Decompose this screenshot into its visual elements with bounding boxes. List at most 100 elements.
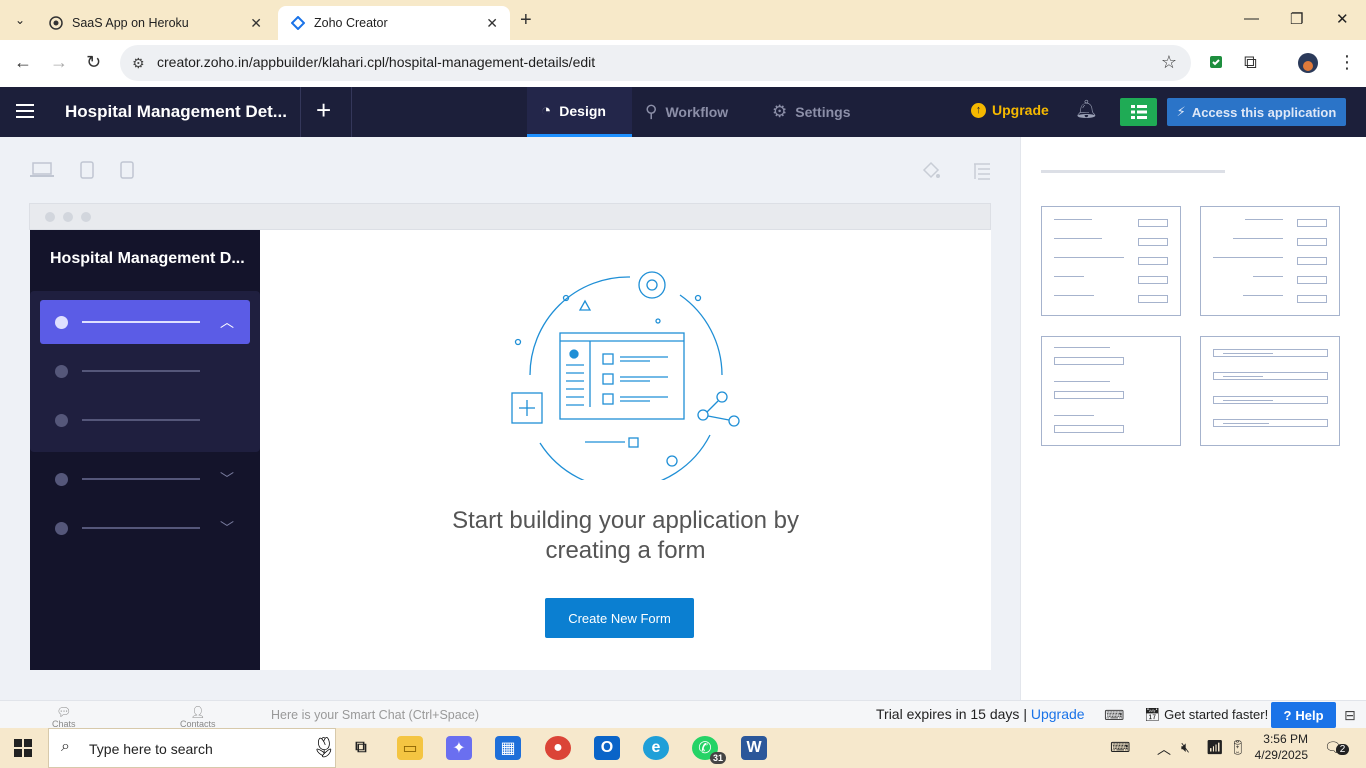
back-arrow-icon[interactable]: ← bbox=[14, 52, 32, 73]
layout-panel bbox=[1020, 137, 1366, 700]
access-application-button[interactable]: ⚡︎ Access this application bbox=[1167, 98, 1346, 126]
app-list-button[interactable] bbox=[1120, 98, 1157, 126]
forward-arrow-icon[interactable]: → bbox=[50, 52, 68, 73]
battery-icon[interactable]: 🔋︎ bbox=[1229, 739, 1247, 756]
close-tab-icon[interactable]: ✕ bbox=[486, 15, 498, 32]
tab-design[interactable]: ◔ Design bbox=[527, 87, 632, 137]
minimize-icon[interactable]: — bbox=[1244, 10, 1259, 27]
profile-avatar[interactable] bbox=[1297, 52, 1319, 79]
contacts-button[interactable]: 👤︎ Contacts bbox=[180, 705, 216, 729]
layout-tree-icon[interactable] bbox=[972, 161, 992, 186]
close-tab-icon[interactable]: ✕ bbox=[250, 15, 262, 32]
whatsapp-icon[interactable]: ✆ 31 bbox=[692, 736, 726, 764]
calendar-icon: 📅︎ bbox=[1144, 707, 1161, 722]
sidebar-subitem[interactable] bbox=[40, 398, 250, 442]
layout-option-3[interactable] bbox=[1041, 336, 1181, 446]
tab-label: Zoho Creator bbox=[314, 16, 388, 30]
mobile-icon[interactable] bbox=[120, 161, 134, 184]
taskbar-clock[interactable]: 3:56 PM 4/29/2025 bbox=[1252, 731, 1308, 763]
reload-icon[interactable]: ↻ bbox=[86, 52, 101, 73]
extension-green-icon[interactable] bbox=[1208, 52, 1226, 75]
tab-workflow[interactable]: ⚲ Workflow bbox=[645, 87, 755, 137]
url-text[interactable]: creator.zoho.in/appbuilder/klahari.cpl/h… bbox=[157, 54, 595, 70]
laptop-icon[interactable] bbox=[30, 161, 54, 184]
task-view-icon[interactable]: ⧉ bbox=[348, 736, 374, 760]
access-label: Access this application bbox=[1191, 104, 1337, 120]
placeholder-line bbox=[82, 321, 200, 323]
panel-header-placeholder bbox=[1041, 170, 1225, 173]
tab-search-button[interactable]: ⌄ bbox=[8, 8, 32, 32]
notifications-center-icon[interactable]: 🗨︎2 bbox=[1324, 739, 1350, 756]
chrome-icon[interactable]: ● bbox=[545, 736, 571, 760]
form-illustration bbox=[500, 265, 750, 490]
divider bbox=[351, 87, 352, 137]
copilot-icon[interactable]: ✦ bbox=[446, 736, 472, 760]
windows-taskbar: ⌕ Type here to search 🌷︎ ⧉ ▭ ✦ ▦ ● O e ✆… bbox=[0, 728, 1366, 768]
sidebar-item-selected[interactable]: ︿ bbox=[40, 300, 250, 344]
show-hidden-icons-chevron-icon[interactable]: ︿ bbox=[1157, 739, 1171, 759]
lightning-icon: ⚡︎ bbox=[1176, 104, 1186, 119]
extensions-puzzle-icon[interactable]: ⧉ bbox=[1244, 52, 1257, 73]
keyboard-layout-icon[interactable]: ⌨ bbox=[1110, 739, 1130, 756]
whatsapp-badge: 31 bbox=[709, 752, 726, 764]
browser-tab-zoho[interactable]: Zoho Creator ✕ bbox=[278, 6, 510, 40]
design-canvas: Hospital Management D... ︿ ﹀ ﹀ Start bui… bbox=[0, 137, 1020, 700]
clock-date: 4/29/2025 bbox=[1254, 748, 1308, 762]
bullet-dot bbox=[55, 364, 68, 378]
chevron-down-icon[interactable]: ﹀ bbox=[220, 469, 234, 489]
heading-line-1: Start building your application by bbox=[452, 507, 799, 534]
get-started-link[interactable]: 📅︎ Get started faster! bbox=[1144, 707, 1268, 723]
bell-icon[interactable]: 🔔︎ bbox=[1075, 99, 1098, 120]
new-tab-button[interactable]: + bbox=[520, 9, 532, 32]
taskbar-search-box[interactable]: ⌕ Type here to search 🌷︎ bbox=[48, 728, 336, 768]
layout-option-2[interactable] bbox=[1200, 206, 1340, 316]
site-info-icon[interactable]: ⚙ bbox=[132, 55, 145, 72]
word-icon[interactable]: W bbox=[741, 736, 767, 760]
chevron-down-icon[interactable]: ﹀ bbox=[220, 518, 234, 538]
palette-icon: ◔ bbox=[541, 100, 552, 120]
file-explorer-icon[interactable]: ▭ bbox=[397, 736, 423, 760]
wifi-icon[interactable]: 📶︎ bbox=[1206, 739, 1224, 756]
add-icon[interactable]: + bbox=[316, 95, 331, 126]
browser-tab-heroku[interactable]: SaaS App on Heroku ✕ bbox=[36, 6, 274, 40]
layout-option-1[interactable] bbox=[1041, 206, 1181, 316]
create-new-form-button[interactable]: Create New Form bbox=[545, 598, 694, 638]
layout-option-4[interactable] bbox=[1200, 336, 1340, 446]
preview-sidebar: Hospital Management D... ︿ ﹀ ﹀ bbox=[30, 230, 260, 670]
bookmark-star-icon[interactable]: ☆ bbox=[1161, 52, 1177, 73]
notification-tray-icon[interactable]: ⊟ bbox=[1344, 707, 1356, 724]
help-button[interactable]: ? Help bbox=[1271, 702, 1336, 728]
placeholder-line bbox=[82, 370, 200, 372]
chevron-up-icon[interactable]: ︿ bbox=[220, 312, 234, 332]
sidebar-item[interactable]: ﹀ bbox=[40, 506, 250, 550]
restore-icon[interactable]: ❐ bbox=[1290, 10, 1303, 28]
bullet-dot bbox=[55, 472, 68, 486]
tab-workflow-label: Workflow bbox=[665, 104, 729, 120]
microsoft-store-icon[interactable]: ▦ bbox=[495, 736, 521, 760]
hamburger-menu-icon[interactable] bbox=[16, 104, 34, 122]
zoho-creator-favicon-icon bbox=[290, 15, 306, 31]
gear-icon: ⚙ bbox=[772, 102, 788, 121]
url-bar[interactable]: ⚙ creator.zoho.in/appbuilder/klahari.cpl… bbox=[120, 45, 1191, 81]
chats-button[interactable]: 💬︎ Chats bbox=[52, 705, 76, 729]
device-switcher bbox=[30, 161, 134, 184]
windows-start-icon[interactable] bbox=[14, 739, 32, 757]
window-close-icon[interactable]: ✕ bbox=[1336, 10, 1349, 28]
placeholder-line bbox=[82, 527, 200, 529]
keyboard-icon[interactable]: ⌨ bbox=[1104, 707, 1124, 724]
speaker-muted-icon[interactable]: 🔇︎ bbox=[1181, 739, 1190, 756]
paint-bucket-icon[interactable] bbox=[921, 161, 941, 186]
tablet-icon[interactable] bbox=[80, 161, 94, 184]
smart-chat-input[interactable]: Here is your Smart Chat (Ctrl+Space) bbox=[271, 708, 479, 722]
app-title[interactable]: Hospital Management Det... bbox=[65, 102, 287, 122]
sidebar-subitem[interactable] bbox=[40, 349, 250, 393]
sidebar-item[interactable]: ﹀ bbox=[40, 457, 250, 501]
edge-icon[interactable]: e bbox=[643, 736, 669, 760]
upgrade-button[interactable]: ↑ Upgrade bbox=[971, 102, 1049, 118]
upgrade-label: Upgrade bbox=[992, 102, 1049, 118]
tab-settings[interactable]: ⚙ Settings bbox=[772, 87, 872, 137]
outlook-icon[interactable]: O bbox=[594, 736, 620, 760]
window-dot bbox=[63, 212, 73, 222]
trial-upgrade-link[interactable]: Upgrade bbox=[1031, 706, 1085, 722]
browser-menu-icon[interactable]: ⋮ bbox=[1338, 52, 1356, 73]
